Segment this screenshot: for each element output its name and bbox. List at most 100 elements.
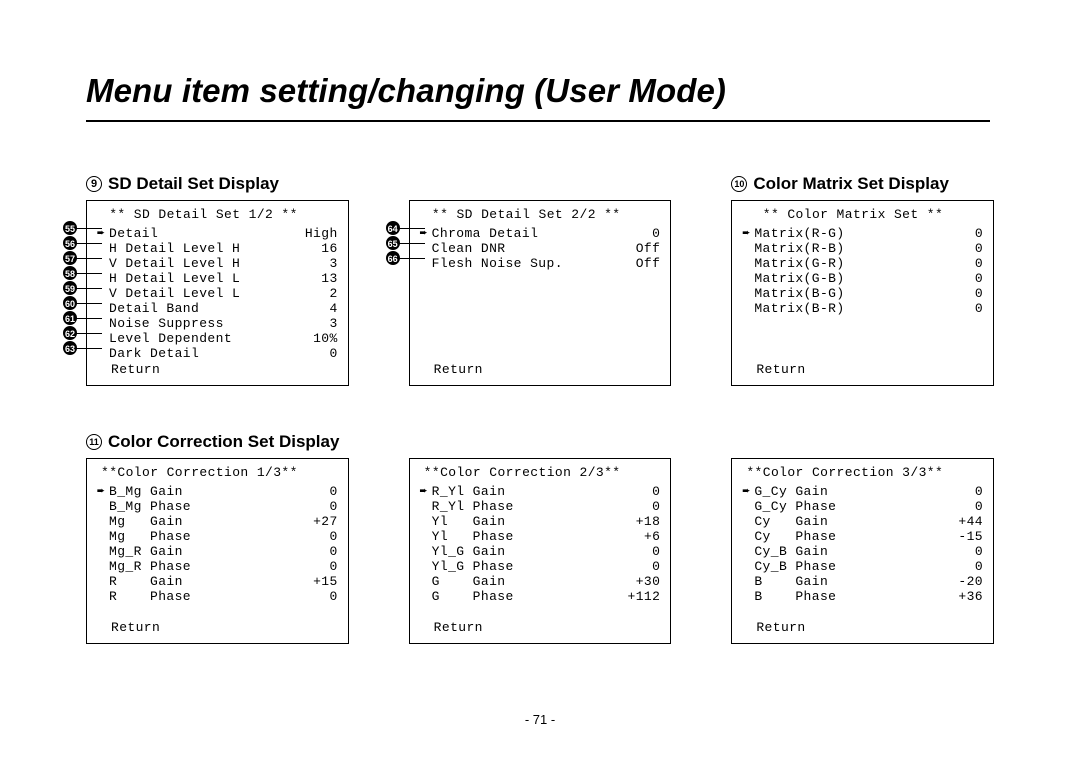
menu-item[interactable]: Matrix(R-B)0 xyxy=(756,241,983,256)
cursor-arrow-icon: ➨ xyxy=(742,484,754,499)
menu-item[interactable]: H Detail Level L13 xyxy=(111,271,338,286)
menu-item[interactable]: Mg Gain+27 xyxy=(111,514,338,529)
heading-color-correction: 11 Color Correction Set Display xyxy=(86,432,349,452)
menu-item[interactable]: Dark Detail0 xyxy=(111,346,338,361)
menu-item[interactable]: ➨Chroma Detail0 xyxy=(434,226,661,241)
menu-item-value: 0 xyxy=(945,241,983,256)
menu-item[interactable]: ➨DetailHigh xyxy=(111,226,338,241)
menu-item[interactable]: Cy Gain+44 xyxy=(756,514,983,529)
menu-item-label: B Phase xyxy=(754,589,836,604)
return-link[interactable]: Return xyxy=(111,620,160,635)
menu-item-value: 0 xyxy=(300,484,338,499)
menu-item-label: Matrix(B-R) xyxy=(754,301,844,316)
menu-item[interactable]: B Gain-20 xyxy=(756,574,983,589)
col-color-matrix: 10 Color Matrix Set Display ** Color Mat… xyxy=(731,174,994,386)
menu-item[interactable]: R Gain+15 xyxy=(111,574,338,589)
menu-item[interactable]: Matrix(G-R) 0 xyxy=(756,256,983,271)
menu-item[interactable]: ➨B_Mg Gain0 xyxy=(111,484,338,499)
callout-62: 62 xyxy=(63,326,77,340)
menu-item[interactable]: Yl_G Gain 0 xyxy=(434,544,661,559)
menu-item[interactable]: Cy_B Phase0 xyxy=(756,559,983,574)
menu-item-label: Matrix(R-G) xyxy=(754,226,844,241)
menu-item[interactable]: Matrix(B-G)0 xyxy=(756,286,983,301)
menu-item-label: Matrix(B-G) xyxy=(754,286,844,301)
menu-item-label: V Detail Level L xyxy=(109,286,240,301)
menu-item[interactable]: G_Cy Phase 0 xyxy=(756,499,983,514)
menu-item[interactable]: ➨G_Cy Gain0 xyxy=(756,484,983,499)
menu-item-value: 4 xyxy=(300,301,338,316)
menu-item[interactable]: Detail Band4 xyxy=(111,301,338,316)
menu-item-value: 0 xyxy=(945,544,983,559)
panel-title: **Color Correction 2/3** xyxy=(424,465,661,480)
panel-title: ** SD Detail Set 1/2 ** xyxy=(101,207,338,222)
panel-title: ** Color Matrix Set ** xyxy=(746,207,983,222)
menu-item[interactable]: ➨R_Yl Gain0 xyxy=(434,484,661,499)
menu-item[interactable]: ➨Matrix(R-G)0 xyxy=(756,226,983,241)
menu-item[interactable]: Mg Phase0 xyxy=(111,529,338,544)
menu-item[interactable]: Level Dependent10% xyxy=(111,331,338,346)
return-link[interactable]: Return xyxy=(111,362,160,377)
menu-item-label: H Detail Level H xyxy=(109,241,240,256)
menu-item[interactable]: B Phase+36 xyxy=(756,589,983,604)
menu-item[interactable]: Noise Suppress3 xyxy=(111,316,338,331)
menu-item[interactable]: Cy_B Gain 0 xyxy=(756,544,983,559)
callout-66: 66 xyxy=(386,251,400,265)
heading-number-11: 11 xyxy=(86,434,102,450)
menu-item-value: 0 xyxy=(945,226,983,241)
cursor-arrow-icon: ➨ xyxy=(420,484,432,499)
menu-item-value: +6 xyxy=(622,529,660,544)
menu-item[interactable]: Cy Phase-15 xyxy=(756,529,983,544)
menu-item-value: High xyxy=(300,226,338,241)
menu-item[interactable]: V Detail Level L 2 xyxy=(111,286,338,301)
menu-item-value: 0 xyxy=(945,484,983,499)
menu-item[interactable]: R_Yl Phase0 xyxy=(434,499,661,514)
menu-item[interactable]: R Phase0 xyxy=(111,589,338,604)
row-2: 11 Color Correction Set Display **Color … xyxy=(86,432,994,644)
panel-color-correction-3: **Color Correction 3/3** ➨G_Cy Gain0G_Cy… xyxy=(731,458,994,644)
menu-item-label: Matrix(G-B) xyxy=(754,271,844,286)
menu-item-label: G_Cy Gain xyxy=(754,484,828,499)
menu-item-label: Cy Phase xyxy=(754,529,836,544)
menu-item-value: -20 xyxy=(945,574,983,589)
menu-item[interactable]: Mg_R Phase0 xyxy=(111,559,338,574)
menu-item-label: Matrix(G-R) xyxy=(754,256,844,271)
panel-title: **Color Correction 3/3** xyxy=(746,465,983,480)
return-link[interactable]: Return xyxy=(434,620,483,635)
page-title: Menu item setting/changing (User Mode) xyxy=(86,72,990,122)
menu-item-label: R Phase xyxy=(109,589,191,604)
menu-item[interactable]: H Detail Level H16 xyxy=(111,241,338,256)
menu-item-label: Yl Phase xyxy=(432,529,514,544)
return-link[interactable]: Return xyxy=(756,362,805,377)
menu-item-label: Cy_B Gain xyxy=(754,544,828,559)
menu-item[interactable]: Flesh Noise Sup.Off xyxy=(434,256,661,271)
menu-item[interactable]: G Gain+30 xyxy=(434,574,661,589)
menu-item[interactable]: Yl Phase +6 xyxy=(434,529,661,544)
menu-item-label: Chroma Detail xyxy=(432,226,539,241)
menu-item[interactable]: Yl Gain+18 xyxy=(434,514,661,529)
menu-item-value: 0 xyxy=(622,544,660,559)
return-link[interactable]: Return xyxy=(756,620,805,635)
panel-title: ** SD Detail Set 2/2 ** xyxy=(424,207,661,222)
menu-item-value: 0 xyxy=(622,499,660,514)
menu-item-value: 0 xyxy=(945,256,983,271)
menu-item[interactable]: Matrix(B-R) 0 xyxy=(756,301,983,316)
menu-item[interactable]: Mg_R Gain0 xyxy=(111,544,338,559)
menu-item[interactable]: G Phase+112 xyxy=(434,589,661,604)
menu-item-value: 2 xyxy=(300,286,338,301)
menu-item[interactable]: Yl_G Phase0 xyxy=(434,559,661,574)
menu-item[interactable]: Matrix(G-B) 0 xyxy=(756,271,983,286)
panel-title: **Color Correction 1/3** xyxy=(101,465,338,480)
menu-item-label: G Gain xyxy=(432,574,506,589)
menu-item-value: 0 xyxy=(945,499,983,514)
menu-item[interactable]: B_Mg Phase0 xyxy=(111,499,338,514)
menu-item-label: G_Cy Phase xyxy=(754,499,836,514)
menu-item[interactable]: V Detail Level H3 xyxy=(111,256,338,271)
menu-item-label: B_Mg Gain xyxy=(109,484,183,499)
col-color-correction-1: 11 Color Correction Set Display **Color … xyxy=(86,432,349,644)
menu-item[interactable]: Clean DNROff xyxy=(434,241,661,256)
menu-item-value: 0 xyxy=(945,271,983,286)
menu-item-label: Yl_G Gain xyxy=(432,544,506,559)
return-link[interactable]: Return xyxy=(434,362,483,377)
menu-item-value: 0 xyxy=(945,301,983,316)
title-wrap: Menu item setting/changing (User Mode) xyxy=(0,0,1080,122)
